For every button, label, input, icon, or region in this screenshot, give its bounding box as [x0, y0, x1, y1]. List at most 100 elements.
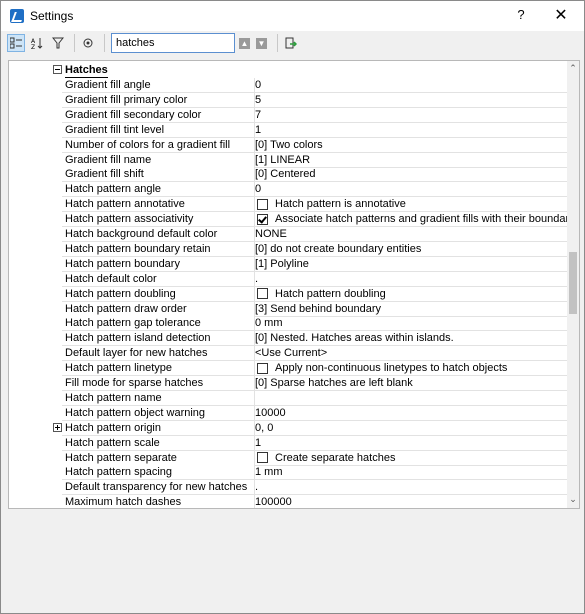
property-row[interactable]: Hatch pattern object warning 10000 [9, 405, 567, 421]
property-row[interactable]: Hatch pattern draw order [3] Send behind … [9, 301, 567, 317]
property-value[interactable]: 0 mm [252, 316, 567, 332]
alphabetical-sort-icon[interactable]: AZ [28, 34, 46, 52]
find-next-icon[interactable]: ▼ [256, 37, 267, 49]
search-input[interactable]: hatches [111, 33, 235, 53]
property-name: Fill mode for sparse hatches [62, 376, 255, 391]
collapse-icon[interactable] [53, 65, 62, 74]
property-value-text: 0 [255, 183, 262, 196]
window-title: Settings [30, 9, 74, 23]
close-button[interactable]: ✕ [551, 5, 571, 25]
property-value[interactable]: 7 [252, 108, 567, 123]
property-value[interactable] [252, 391, 567, 406]
property-row[interactable]: Hatch pattern doubling Hatch pattern doub… [9, 286, 567, 302]
property-row[interactable]: Number of colors for a gradient fill [0] … [9, 137, 567, 153]
property-checkbox[interactable] [257, 288, 268, 300]
property-row[interactable]: Default transparency for new hatches. [9, 480, 567, 496]
property-row[interactable]: Hatch background default color NONE [9, 227, 567, 242]
property-checkbox[interactable] [257, 213, 268, 225]
property-value[interactable]: 1 mm [252, 465, 567, 481]
property-value[interactable]: . [252, 272, 567, 287]
property-name: Maximum hatch dashes [62, 495, 255, 508]
property-row[interactable]: Hatch pattern associativity Associate hat… [9, 212, 567, 228]
property-row[interactable]: Hatch pattern gap tolerance 0 mm [9, 316, 567, 332]
property-name: Number of colors for a gradient fill [62, 137, 255, 153]
filter-icon[interactable] [49, 34, 67, 52]
property-row[interactable]: Hatch pattern separate Create separate ha… [9, 450, 567, 466]
property-row[interactable]: Gradient fill shift [0] Centered [9, 167, 567, 183]
property-name: Hatch pattern object warning [62, 405, 255, 421]
property-value[interactable]: 1 [252, 123, 567, 138]
property-row[interactable]: Hatch default color. [9, 271, 567, 287]
property-value[interactable]: Hatch pattern doubling [252, 287, 567, 302]
property-checkbox[interactable] [257, 362, 268, 374]
export-icon[interactable] [282, 34, 300, 52]
property-row[interactable]: Fill mode for sparse hatches [0] Sparse h… [9, 376, 567, 391]
property-value[interactable]: 5 [252, 93, 567, 108]
property-row[interactable]: Maximum hatch dashes 100000 [9, 495, 567, 508]
property-value-text: <Use Current> [255, 347, 328, 360]
property-row[interactable]: Gradient fill tint level 1 [9, 122, 567, 138]
property-row[interactable]: Hatch pattern boundary [1] Polyline [9, 256, 567, 272]
property-row[interactable]: Gradient fill primary color 5 [9, 92, 567, 108]
help-button[interactable]: ? [513, 7, 529, 22]
expand-icon[interactable] [53, 422, 62, 432]
property-value[interactable]: 10000 [252, 406, 567, 421]
scroll-down-icon[interactable]: ⌄ [567, 494, 579, 506]
scroll-up-icon[interactable]: ⌃ [567, 63, 579, 75]
property-row[interactable]: Hatch pattern origin 0, 0 [9, 420, 567, 436]
property-checkbox[interactable] [257, 452, 268, 463]
property-value[interactable]: 1 [252, 436, 567, 451]
categorized-view-icon[interactable] [7, 34, 25, 52]
property-value[interactable]: [0] do not create boundary entities [252, 242, 567, 257]
property-value[interactable]: . [252, 480, 567, 496]
property-value[interactable]: Hatch pattern is annotative [252, 197, 567, 213]
settings-tree-icon[interactable] [79, 34, 97, 52]
vertical-scrollbar[interactable]: ⌃ ⌄ [567, 61, 579, 508]
property-value-text: [0] do not create boundary entities [255, 242, 422, 255]
property-row[interactable]: Gradient fill name [1] LINEAR [9, 152, 567, 168]
property-row[interactable]: Hatch pattern annotative Hatch pattern is… [9, 197, 567, 213]
property-value[interactable]: [1] LINEAR [252, 153, 567, 168]
toolbar-divider [277, 34, 278, 52]
property-value[interactable]: Associate hatch patterns and gradient fi… [252, 212, 567, 228]
property-value[interactable]: [0] Centered [252, 167, 567, 183]
property-name: Hatch pattern doubling [62, 286, 255, 302]
property-row[interactable]: Gradient fill angle 0 [9, 78, 567, 93]
property-checkbox[interactable] [257, 198, 268, 210]
property-name: Gradient fill secondary color [62, 107, 255, 123]
property-name: Hatch pattern scale [62, 435, 255, 451]
property-value[interactable]: 0 [252, 182, 567, 198]
property-name: Hatch pattern linetype [62, 361, 255, 377]
find-previous-icon[interactable]: ▲ [239, 37, 250, 49]
property-name: Gradient fill primary color [62, 92, 255, 108]
property-row[interactable]: Default layer for new hatches <Use Curren… [9, 346, 567, 362]
property-value[interactable]: [0] Sparse hatches are left blank [252, 376, 567, 391]
property-row[interactable]: Hatch pattern angle 0 [9, 182, 567, 198]
property-row[interactable]: Gradient fill secondary color 7 [9, 107, 567, 123]
property-value-text: Apply non-continuous linetypes to hatch … [275, 362, 508, 375]
property-row[interactable]: Hatch pattern scale 1 [9, 435, 567, 451]
title-bar: Settings ? ✕ [1, 1, 584, 31]
property-name: Hatch pattern annotative [62, 197, 255, 213]
property-value[interactable]: 0 [252, 78, 567, 93]
property-row[interactable]: Hatch pattern linetype Apply non-continuo… [9, 361, 567, 377]
property-row[interactable]: Hatch pattern island detection [0] Nested… [9, 331, 567, 347]
property-value[interactable]: [3] Send behind boundary [252, 302, 567, 317]
property-row[interactable]: Hatch pattern name [9, 390, 567, 406]
scrollbar-thumb[interactable] [569, 252, 577, 314]
property-value[interactable]: [1] Polyline [252, 257, 567, 272]
property-value[interactable]: [0] Nested. Hatches areas within islands… [252, 331, 567, 347]
property-value[interactable]: Apply non-continuous linetypes to hatch … [252, 361, 567, 377]
category-row[interactable]: Hatches [9, 63, 567, 78]
property-value[interactable]: NONE [252, 227, 567, 242]
property-name: Gradient fill tint level [62, 122, 255, 138]
property-value[interactable]: 100000 [252, 495, 567, 508]
toolbar: AZ hatches ▲ ▼ [1, 31, 584, 55]
property-row[interactable]: Hatch pattern spacing 1 mm [9, 465, 567, 481]
property-value[interactable]: <Use Current> [252, 346, 567, 362]
property-value[interactable]: 0, 0 [252, 421, 567, 436]
property-value-text: 10000 [255, 406, 286, 419]
property-row[interactable]: Hatch pattern boundary retain [0] do not … [9, 241, 567, 257]
property-value[interactable]: [0] Two colors [252, 138, 567, 153]
property-value[interactable]: Create separate hatches [252, 451, 567, 466]
